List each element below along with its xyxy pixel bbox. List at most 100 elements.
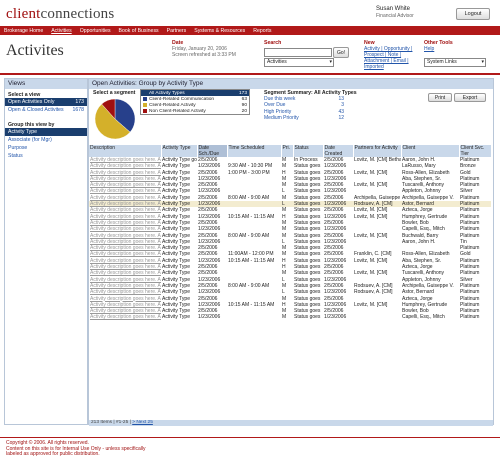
nav-item[interactable]: Book of Business: [115, 28, 163, 34]
segment-label: Client-Related Activity: [149, 102, 196, 108]
column-header[interactable]: Status: [293, 145, 324, 157]
brand-part-2: connections: [40, 6, 115, 22]
activity-type-cell: Activity Type: [162, 314, 190, 321]
tier-cell: Platinum: [460, 314, 480, 321]
main-nav: Brokerage Home Activities Opportunities Boo…: [0, 26, 500, 35]
status-cell: Status goes: [294, 270, 321, 277]
description-cell[interactable]: Activity description goes here. Activity…: [89, 296, 161, 302]
description-cell[interactable]: Activity description goes here. Activity…: [89, 226, 161, 232]
description-cell[interactable]: Activity description goes here. Activity…: [89, 251, 161, 257]
status-cell: Status goes: [294, 188, 321, 195]
client-cell: Capelli, Esq., Mitch: [402, 314, 445, 321]
help-link[interactable]: Help: [424, 46, 453, 52]
user-name: Susan White: [376, 6, 411, 12]
system-links-value: System Links: [427, 59, 457, 65]
new-links[interactable]: Activity | Opportunity | Prospect | Note…: [364, 46, 420, 70]
description-cell[interactable]: Activity description goes here. Activity…: [89, 314, 161, 320]
search-input[interactable]: [264, 48, 332, 57]
pager: 213 Items | #1-25 | > Next 25: [89, 420, 493, 426]
description-cell[interactable]: Activity description goes here. Activity…: [89, 289, 161, 295]
print-button[interactable]: Print: [428, 93, 452, 102]
search-scope-select[interactable]: Activities ▾: [264, 58, 334, 67]
activities-table: Description Activity Type Date Sch./Due Tim…: [89, 145, 492, 321]
time-scheduled-cell: 10:15 AM - 11:15 AM: [228, 213, 275, 220]
search-go-button[interactable]: Go!: [333, 47, 349, 58]
footer-divider: [0, 437, 500, 438]
priority-cell: M: [282, 314, 287, 321]
item-count: 213 Items: [91, 420, 113, 425]
other-tools: Other Tools Help: [424, 40, 453, 52]
segment-swatch: [143, 109, 147, 113]
sidebar-title: Views: [5, 79, 87, 89]
date-due-cell: 1/23/2006: [198, 314, 221, 321]
description-cell[interactable]: Activity description goes here. Activity…: [89, 270, 161, 276]
brand-logo: clientconnections: [6, 6, 114, 23]
time-scheduled-cell: 10:15 AM - 11:15 AM: [228, 257, 275, 264]
description-cell[interactable]: Activity description goes here. Activity…: [89, 277, 161, 283]
summary-label: Medium Priority: [264, 114, 299, 121]
brand-part-1: client: [6, 6, 41, 22]
column-header[interactable]: Partners for Activity: [353, 145, 402, 157]
status-cell: Status goes: [294, 251, 321, 258]
partners-cell: [353, 314, 401, 320]
description-cell[interactable]: Activity description goes here. Activity…: [89, 170, 161, 176]
column-header[interactable]: Date Sch./Due: [197, 145, 228, 157]
nav-item[interactable]: Reports: [249, 28, 275, 34]
page-title: Activites: [6, 42, 64, 59]
nav-item[interactable]: Activities: [47, 28, 75, 34]
segment-summary: Segment Summary: All Activity Types Due …: [264, 90, 357, 121]
table-row[interactable]: Activity description goes here. Activity…: [89, 314, 491, 320]
column-header[interactable]: Description: [89, 145, 162, 157]
segment-item[interactable]: Client-Related Activity 90: [141, 102, 249, 108]
column-header[interactable]: Activity Type: [161, 145, 198, 157]
segment-swatch: [143, 91, 147, 95]
header-divider: [0, 73, 500, 75]
segment-label: Non Client-Related Activity: [149, 108, 206, 114]
group-by-item[interactable]: Activity Type: [5, 128, 87, 136]
nav-item[interactable]: Systems & Resources: [190, 28, 249, 34]
system-links-select[interactable]: System Links ▾: [424, 58, 486, 67]
date-created-cell: 1/23/2006: [324, 314, 347, 321]
group-by-item[interactable]: Purpose: [5, 144, 87, 152]
search-label: Search: [264, 40, 281, 46]
column-header[interactable]: Time Scheduled: [227, 145, 282, 157]
segment-item[interactable]: Client-Related Communication 63: [141, 96, 249, 102]
column-header[interactable]: Client: [401, 145, 460, 157]
description-cell[interactable]: Activity description goes here. Activity…: [89, 188, 161, 194]
main-title: Open Activities: Group by Activity Type: [89, 79, 493, 89]
logout-button[interactable]: Logout: [456, 8, 490, 20]
segment-count: 90: [241, 102, 247, 108]
description-cell[interactable]: Activity description goes here. Activity…: [89, 163, 161, 169]
nav-item[interactable]: Brokerage Home: [0, 28, 47, 34]
time-scheduled-cell: 10:15 AM - 11:15 AM: [228, 301, 275, 308]
group-by-item[interactable]: Associate (for Mgr): [5, 136, 87, 144]
segment-count: 63: [241, 96, 247, 102]
view-item[interactable]: Open Activities Only 173: [5, 98, 87, 106]
next-page-link[interactable]: > Next 25: [132, 420, 153, 425]
description-cell[interactable]: Activity description goes here. Activity…: [89, 207, 161, 213]
nav-item[interactable]: Opportunities: [76, 28, 115, 34]
segment-pie-chart[interactable]: [94, 98, 136, 140]
column-header[interactable]: Pri.: [281, 145, 294, 157]
column-header[interactable]: Client Svc. Tier: [459, 145, 492, 157]
view-count: 173: [75, 99, 84, 105]
status-cell: Status goes: [294, 295, 321, 302]
date-box: Date Friday, January 20, 2006 Screen ref…: [172, 40, 236, 58]
summary-row[interactable]: Medium Priority 12: [264, 115, 344, 121]
description-cell[interactable]: Activity description goes here. Activity…: [89, 233, 161, 239]
partners-cell: Lovitz, M. [CM] Bethany, B. [FA]: [354, 157, 401, 163]
column-header[interactable]: Date Created: [323, 145, 354, 157]
summary-value: 12: [338, 114, 344, 121]
segment-swatch: [143, 97, 147, 101]
view-label: Open & Closed Activites: [8, 107, 64, 113]
segment-item[interactable]: Non Client-Related Activity 20: [141, 108, 249, 114]
views-sidebar: Views Select a view Open Activities Only…: [4, 78, 88, 425]
view-item[interactable]: Open & Closed Activites 1678: [5, 106, 87, 114]
export-button[interactable]: Export: [454, 93, 486, 102]
status-cell: Status goes: [294, 276, 321, 283]
segment-item[interactable]: All Activity Types 173: [141, 90, 249, 96]
group-by-item[interactable]: Status: [5, 152, 87, 160]
page-range: #1-25: [116, 420, 129, 425]
nav-item[interactable]: Partners: [163, 28, 191, 34]
status-cell: Status goes: [294, 163, 321, 170]
